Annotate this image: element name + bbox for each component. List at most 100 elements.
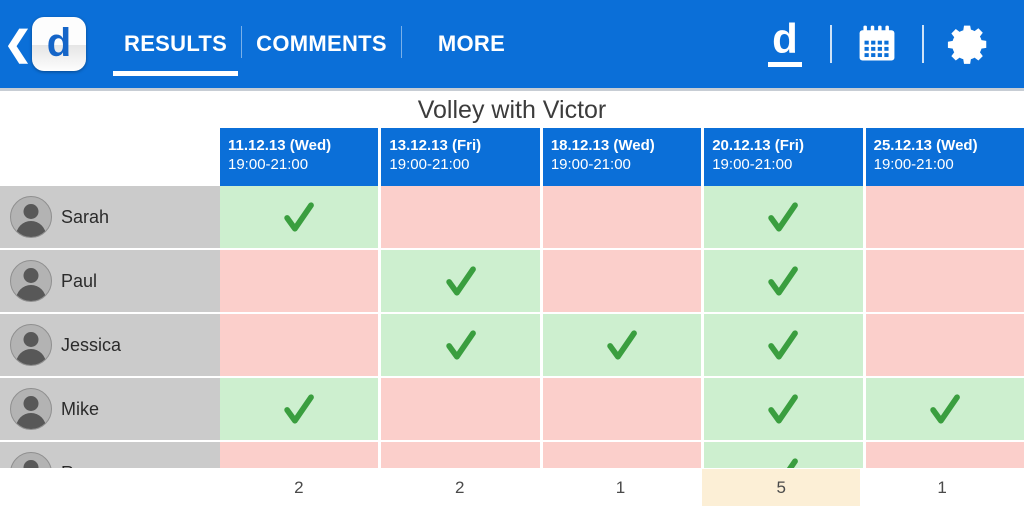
checkmark-icon: [768, 266, 799, 296]
calendar-icon[interactable]: [846, 0, 908, 88]
vote-cell-no[interactable]: [542, 378, 705, 440]
avatar: [10, 324, 52, 366]
total-count: 2: [454, 477, 465, 497]
participant-name-label: Jessica: [61, 334, 122, 355]
tab-more[interactable]: MORE: [424, 0, 519, 88]
poll-title: Volley with Victor: [417, 96, 607, 124]
checkmark-icon: [607, 330, 637, 360]
vote-cell-yes[interactable]: [704, 250, 866, 312]
header-name-spacer: [0, 128, 220, 186]
participant-row[interactable]: Paul: [0, 250, 1024, 312]
total-count: 1: [615, 477, 626, 497]
participant-name-cell: Paul: [0, 250, 220, 312]
checkmark-icon: [768, 202, 799, 232]
vote-cell-no[interactable]: [381, 442, 543, 468]
vote-cell-yes[interactable]: [704, 314, 866, 376]
participant-name-label: Mike: [61, 398, 100, 419]
action-divider: [830, 25, 832, 63]
app-logo-letter: d: [46, 20, 72, 65]
tab-results-label: RESULTS: [124, 31, 228, 56]
total-count-best: 5: [702, 469, 861, 506]
vote-cell-no[interactable]: [542, 186, 705, 248]
total-count: 1: [937, 477, 947, 497]
doodle-logo-letter: d: [768, 17, 802, 67]
participant-name-cell: Roger: [0, 442, 220, 468]
time-label: 19:00-21:00: [550, 156, 631, 173]
participant-rows: Sarah Paul Jessica Mike Roger: [0, 186, 1024, 468]
vote-cell-yes[interactable]: [704, 186, 866, 248]
avatar: [10, 196, 52, 238]
participant-row[interactable]: Sarah: [0, 186, 1024, 248]
results-grid: 11.12.13 (Wed) 19:00-21:00 13.12.13 (Fri…: [0, 128, 1024, 468]
action-divider: [922, 25, 924, 63]
vote-cell-yes[interactable]: [220, 186, 382, 248]
app-bar: ❮ d RESULTS COMMENTS MORE d: [0, 0, 1024, 88]
participant-name-label: Sarah: [61, 206, 110, 227]
vote-cell-no[interactable]: [865, 250, 1024, 312]
app-bar-shadow: [0, 88, 1024, 91]
date-label: 11.12.13 (Wed): [228, 137, 332, 154]
tab-divider: [400, 26, 402, 58]
date-column-header[interactable]: 18.12.13 (Wed) 19:00-21:00: [542, 128, 705, 186]
vote-cell-yes[interactable]: [381, 250, 543, 312]
date-column-header[interactable]: 11.12.13 (Wed) 19:00-21:00: [220, 128, 382, 186]
avatar: [10, 260, 52, 302]
participant-row[interactable]: Jessica: [0, 314, 1024, 376]
total-count: 2: [294, 477, 304, 497]
participant-row[interactable]: Mike: [0, 378, 1024, 440]
vote-cell-no[interactable]: [220, 442, 382, 468]
vote-cell-no[interactable]: [381, 378, 543, 440]
tab-comments-label: COMMENTS: [256, 31, 387, 56]
vote-cell-no[interactable]: [220, 250, 382, 312]
totals-row: 2 2 1 5 1: [0, 468, 1024, 512]
date-label: 25.12.13 (Wed): [873, 137, 978, 154]
vote-cell-yes[interactable]: [542, 314, 705, 376]
checkmark-icon: [787, 458, 799, 468]
back-chevron-icon[interactable]: ❮: [0, 0, 33, 88]
date-label: 20.12.13 (Fri): [712, 137, 804, 154]
checkmark-icon: [445, 330, 476, 360]
grid-header-row: 11.12.13 (Wed) 19:00-21:00 13.12.13 (Fri…: [0, 128, 1024, 186]
vote-cell-yes[interactable]: [865, 378, 1024, 440]
date-label: 13.12.13 (Fri): [389, 137, 482, 154]
totals-name-spacer: [0, 468, 220, 512]
tab-results[interactable]: RESULTS: [110, 0, 241, 88]
date-column-header[interactable]: 25.12.13 (Wed) 19:00-21:00: [865, 128, 1024, 186]
vote-cell-yes[interactable]: [704, 442, 866, 468]
participant-name-cell: Jessica: [0, 314, 220, 376]
tab-comments[interactable]: COMMENTS: [242, 0, 401, 88]
vote-cell-yes[interactable]: [381, 314, 543, 376]
participant-name-label: Paul: [61, 270, 98, 291]
vote-cell-no[interactable]: [381, 186, 543, 248]
avatar: [10, 452, 52, 468]
vote-cell-no[interactable]: [542, 442, 705, 468]
checkmark-icon: [768, 394, 799, 424]
participant-row[interactable]: Roger: [0, 442, 1024, 468]
date-column-header[interactable]: 20.12.13 (Fri) 19:00-21:00: [704, 128, 866, 186]
app-logo-icon[interactable]: d: [32, 17, 86, 71]
vote-cell-no[interactable]: [865, 314, 1024, 376]
participant-name-cell: Mike: [0, 378, 220, 440]
date-column-header[interactable]: 13.12.13 (Fri) 19:00-21:00: [381, 128, 543, 186]
doodle-logo-icon[interactable]: d: [754, 0, 816, 88]
vote-cell-no[interactable]: [542, 250, 705, 312]
checkmark-icon: [445, 266, 476, 296]
vote-cell-no[interactable]: [865, 186, 1024, 248]
participant-name-cell: Sarah: [0, 186, 220, 248]
date-label: 18.12.13 (Wed): [550, 137, 655, 154]
tab-more-label: MORE: [437, 31, 506, 56]
avatar: [10, 388, 52, 430]
app-bar-actions: d: [754, 0, 1024, 88]
checkmark-icon: [284, 394, 315, 424]
tab-bar: RESULTS COMMENTS MORE: [110, 0, 519, 88]
time-label: 19:00-21:00: [712, 156, 793, 173]
time-label: 19:00-21:00: [228, 156, 309, 173]
vote-cell-no[interactable]: [865, 442, 1024, 468]
vote-cell-no[interactable]: [220, 314, 382, 376]
checkmark-icon: [930, 394, 960, 424]
time-label: 19:00-21:00: [389, 156, 470, 173]
settings-gear-icon[interactable]: [938, 0, 1000, 88]
vote-cell-yes[interactable]: [220, 378, 382, 440]
checkmark-icon: [768, 330, 799, 360]
vote-cell-yes[interactable]: [704, 378, 866, 440]
